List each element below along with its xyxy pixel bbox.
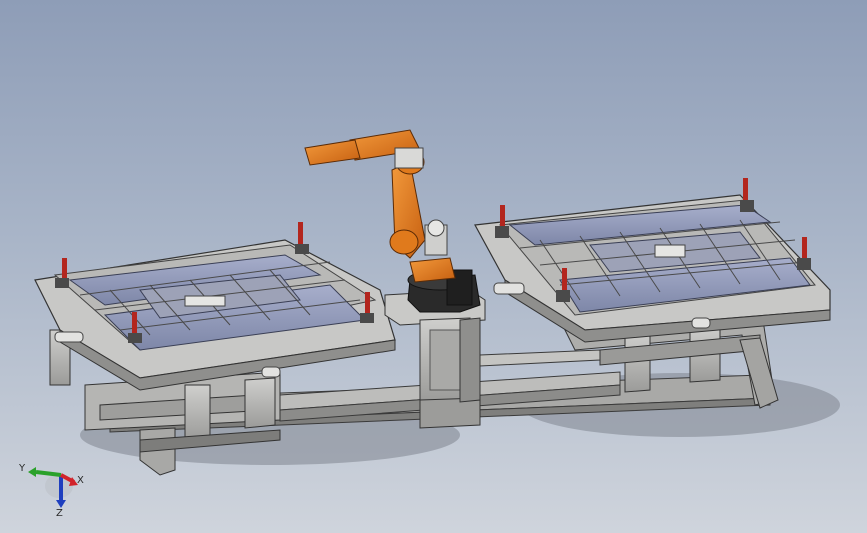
right-fixture-table[interactable] [474,178,831,343]
coordinate-triad: Y X Z [18,463,84,519]
x-axis-label: X [77,475,84,486]
robot-arm[interactable] [304,129,456,283]
left-fixture-table[interactable] [34,222,396,391]
y-axis-icon [35,470,62,477]
y-axis-label: Y [18,463,26,474]
3d-graphics-viewport[interactable]: Y X Z [0,0,867,533]
z-axis-label: Z [56,508,63,519]
welding-cell-model[interactable] [0,0,867,533]
